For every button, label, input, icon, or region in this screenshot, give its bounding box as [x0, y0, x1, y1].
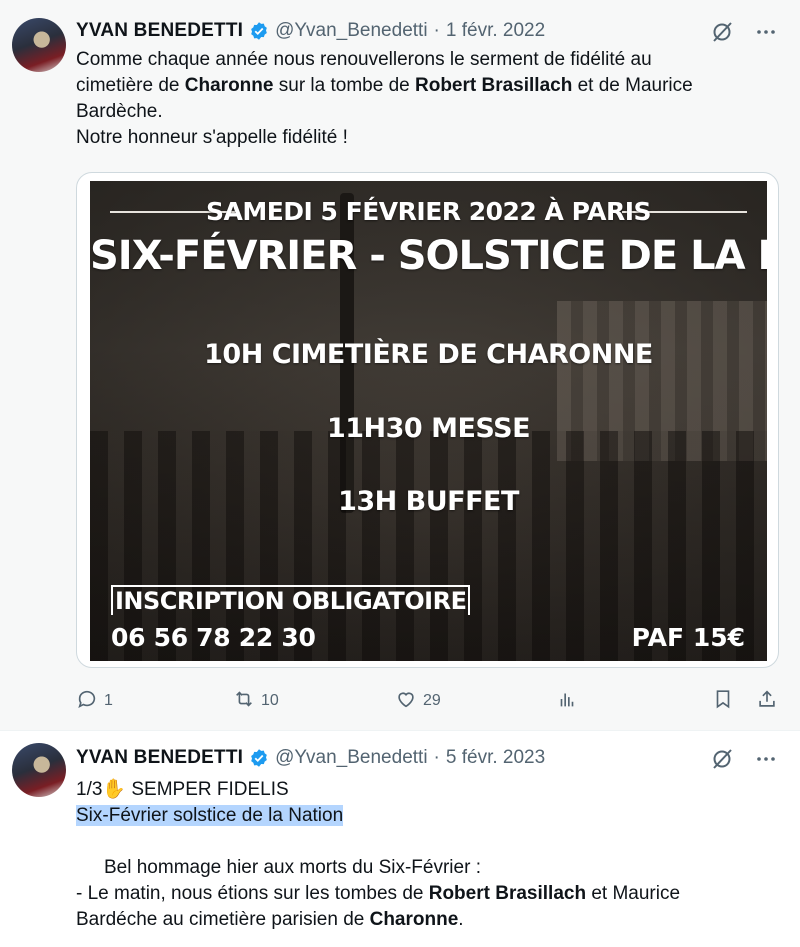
like-button[interactable]: 29	[395, 688, 441, 715]
bookmark-button[interactable]	[712, 688, 734, 715]
poster-title: SIX-FÉVRIER - SOLSTICE DE LA NATION	[90, 233, 767, 279]
grok-icon[interactable]	[710, 747, 734, 771]
reply-button[interactable]: 1	[76, 688, 113, 715]
tweet-actions: 1 10 29	[76, 688, 780, 714]
avatar[interactable]	[12, 18, 66, 72]
author-name[interactable]: YVAN BENEDETTI	[76, 20, 243, 42]
more-icon[interactable]	[754, 20, 778, 44]
poster-schedule-line: 11H30 MESSE	[326, 413, 531, 444]
poster-price: PAF 15€	[631, 623, 745, 652]
tweet-text: 1/3✋ SEMPER FIDELIS Six-Février solstice…	[76, 777, 770, 933]
poster-phone: 06 56 78 22 30	[111, 623, 316, 652]
tweet-header: YVAN BENEDETTI @Yvan_Benedetti · 5 févr.…	[76, 747, 545, 769]
text-line: 1/3✋ SEMPER FIDELIS	[76, 779, 289, 800]
tweet-2[interactable]: YVAN BENEDETTI @Yvan_Benedetti · 5 févr.…	[0, 730, 800, 947]
separator-dot: ·	[433, 747, 440, 768]
text-line: Bardéche au cimetière parisien de Charon…	[76, 909, 464, 930]
text-line: Notre honneur s'appelle fidélité !	[76, 127, 348, 148]
tweet-date[interactable]: 1 févr. 2022	[446, 20, 545, 42]
grok-icon[interactable]	[710, 20, 734, 44]
share-button[interactable]	[756, 688, 778, 715]
text-line-empty	[76, 829, 770, 855]
poster-schedule-line: 10H CIMETIÈRE DE CHARONNE	[204, 339, 653, 370]
poster-schedule-line: 13H BUFFET	[338, 486, 519, 517]
text-line: - Le matin, nous étions sur les tombes d…	[76, 883, 681, 904]
header-actions	[710, 747, 778, 771]
tweet-text: Comme chaque année nous renouvellerons l…	[76, 47, 770, 151]
text-line: Comme chaque année nous renouvellerons l…	[76, 49, 652, 70]
like-count: 29	[423, 692, 441, 709]
retweet-count: 10	[261, 692, 279, 709]
text-line: cimetière de Charonne sur la tombe de Ro…	[76, 75, 693, 96]
views-icon	[556, 688, 578, 715]
event-poster-image[interactable]: SAMEDI 5 FÉVRIER 2022 À PARIS SIX-FÉVRIE…	[90, 181, 767, 661]
bookmark-icon	[712, 688, 734, 715]
author-name[interactable]: YVAN BENEDETTI	[76, 747, 243, 769]
share-icon	[756, 688, 778, 715]
author-handle[interactable]: @Yvan_Benedetti	[275, 747, 427, 769]
tweet-1[interactable]: YVAN BENEDETTI @Yvan_Benedetti · 1 févr.…	[0, 0, 800, 730]
selected-text[interactable]: Six-Février solstice de la Nation	[76, 805, 344, 826]
text-line: Bel hommage hier aux morts du Six-Févrie…	[104, 857, 481, 878]
views-button[interactable]	[556, 688, 578, 715]
retweet-button[interactable]: 10	[233, 688, 279, 715]
verified-icon	[249, 748, 269, 768]
separator-dot: ·	[433, 20, 440, 41]
reply-count: 1	[104, 692, 113, 709]
retweet-icon	[233, 688, 255, 715]
header-actions	[710, 20, 778, 44]
media-card[interactable]: SAMEDI 5 FÉVRIER 2022 À PARIS SIX-FÉVRIE…	[76, 172, 779, 668]
tweet-date[interactable]: 5 févr. 2023	[446, 747, 545, 769]
poster-inscription: INSCRIPTION OBLIGATOIRE	[111, 585, 471, 615]
text-line: Six-Février solstice de la Nation	[76, 803, 770, 829]
text-line: Bardèche.	[76, 101, 163, 122]
like-icon	[395, 688, 417, 715]
tweet-header: YVAN BENEDETTI @Yvan_Benedetti · 1 févr.…	[76, 20, 545, 42]
avatar[interactable]	[12, 743, 66, 797]
more-icon[interactable]	[754, 747, 778, 771]
author-handle[interactable]: @Yvan_Benedetti	[275, 20, 427, 42]
verified-icon	[249, 21, 269, 41]
reply-icon	[76, 688, 98, 715]
poster-date: SAMEDI 5 FÉVRIER 2022 À PARIS	[205, 197, 652, 226]
